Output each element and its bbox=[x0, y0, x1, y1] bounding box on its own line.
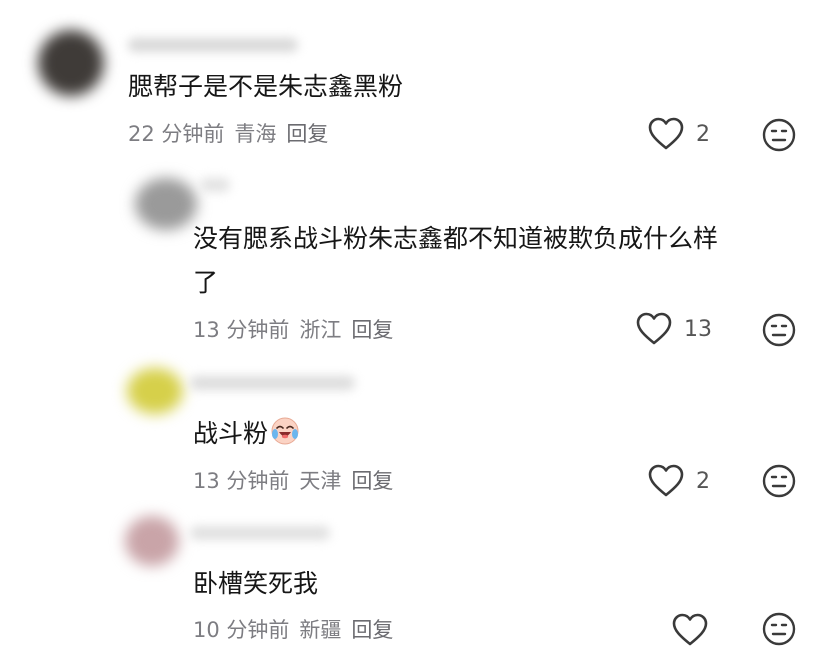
like-button[interactable]: 13 bbox=[636, 312, 712, 346]
comment-text: 战斗粉 bbox=[193, 412, 300, 456]
unhappy-face-icon[interactable] bbox=[762, 313, 796, 347]
comment-meta: 22 分钟前 青海 回复 bbox=[128, 118, 338, 148]
unhappy-face-icon[interactable] bbox=[762, 118, 796, 152]
like-count: 2 bbox=[696, 121, 710, 147]
reply-button[interactable]: 回复 bbox=[286, 122, 328, 146]
comment-text-continued: 了 bbox=[193, 268, 219, 297]
like-count: 13 bbox=[684, 316, 712, 342]
heart-outline-icon bbox=[648, 464, 684, 497]
like-button[interactable]: 2 bbox=[648, 464, 710, 498]
comment-time: 13 分钟前 bbox=[193, 469, 290, 493]
comment-location: 浙江 bbox=[299, 318, 342, 342]
username-blurred[interactable] bbox=[190, 376, 355, 390]
reply-button[interactable]: 回复 bbox=[351, 469, 393, 493]
username-blurred[interactable] bbox=[200, 178, 230, 192]
avatar[interactable] bbox=[127, 368, 183, 414]
avatar[interactable] bbox=[135, 178, 197, 230]
like-count: 2 bbox=[696, 468, 710, 494]
reply-button[interactable]: 回复 bbox=[351, 318, 393, 342]
heart-outline-icon bbox=[672, 613, 708, 646]
like-button[interactable]: 2 bbox=[648, 117, 710, 151]
unhappy-face-icon[interactable] bbox=[762, 464, 796, 498]
username-blurred[interactable] bbox=[190, 526, 330, 540]
heart-outline-icon bbox=[636, 312, 672, 345]
comment-time: 13 分钟前 bbox=[193, 318, 290, 342]
crying-laughing-face-icon bbox=[271, 417, 299, 445]
reply-button[interactable]: 回复 bbox=[351, 618, 393, 642]
username-blurred[interactable] bbox=[128, 38, 298, 52]
avatar[interactable] bbox=[38, 30, 104, 96]
comment-meta: 10 分钟前 新疆 回复 bbox=[193, 614, 403, 644]
comment-location: 新疆 bbox=[299, 618, 342, 642]
comment-time: 22 分钟前 bbox=[128, 122, 225, 146]
comment-text-content: 战斗粉 bbox=[193, 419, 269, 448]
comment-meta: 13 分钟前 浙江 回复 bbox=[193, 314, 403, 344]
comment-time: 10 分钟前 bbox=[193, 618, 290, 642]
comment-text: 腮帮子是不是朱志鑫黑粉 bbox=[128, 72, 404, 101]
heart-outline-icon bbox=[648, 117, 684, 150]
avatar[interactable] bbox=[125, 516, 179, 566]
unhappy-face-icon[interactable] bbox=[762, 612, 796, 646]
comment-text: 卧槽笑死我 bbox=[193, 569, 319, 598]
comment-location: 青海 bbox=[234, 122, 277, 146]
comment-location: 天津 bbox=[299, 469, 342, 493]
comment-text: 没有腮系战斗粉朱志鑫都不知道被欺负成什么样 bbox=[193, 224, 719, 253]
like-button[interactable] bbox=[672, 613, 708, 647]
comment-meta: 13 分钟前 天津 回复 bbox=[193, 465, 403, 495]
